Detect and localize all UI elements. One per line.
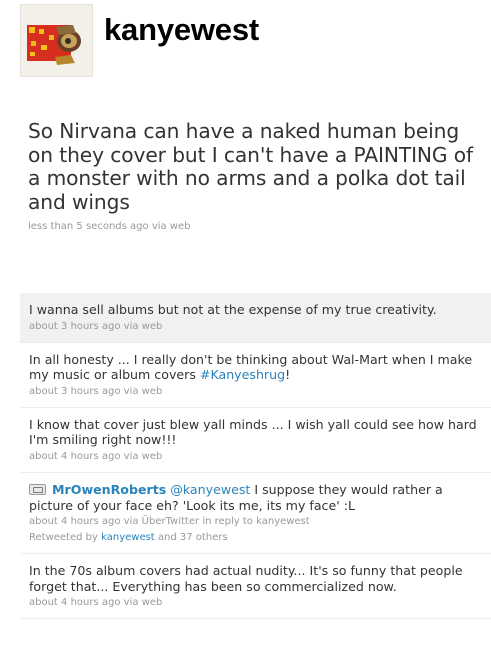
retweeted-by-label: Retweeted by: [29, 532, 98, 544]
tweet-item[interactable]: I wanna sell albums but not at the expen…: [20, 293, 491, 343]
tweet-text-part: !: [285, 367, 291, 383]
via-label: via: [123, 320, 139, 332]
source-link[interactable]: web: [142, 321, 163, 332]
tweet-item-retweet[interactable]: MrOwenRoberts @kanyewest I suppose they …: [20, 473, 491, 555]
tweet-meta: about 4 hours ago via web: [29, 596, 483, 610]
source-link[interactable]: ÜberTwitter: [142, 516, 199, 527]
tweet-timeline: I wanna sell albums but not at the expen…: [20, 293, 491, 620]
retweet-icon: [29, 483, 46, 495]
tweet-text: In all honesty ... I really don't be thi…: [29, 352, 483, 383]
tweet-meta: about 3 hours ago via web: [29, 385, 483, 399]
source-link[interactable]: web: [142, 451, 163, 462]
source-link[interactable]: web: [170, 221, 191, 232]
screen-name: kanyewest: [104, 12, 260, 47]
tweet-meta: about 4 hours ago via web: [29, 450, 483, 464]
via-label: via: [123, 597, 139, 609]
featured-tweet-text: So Nirvana can have a naked human being …: [28, 119, 474, 214]
timestamp-link[interactable]: about 4 hours ago: [29, 451, 120, 462]
timestamp-link[interactable]: about 3 hours ago: [29, 386, 120, 397]
tweet-item[interactable]: In all honesty ... I really don't be thi…: [20, 343, 491, 408]
tweet-text: MrOwenRoberts @kanyewest I suppose they …: [29, 482, 483, 513]
reply-to-link[interactable]: kanyewest: [256, 516, 310, 527]
source-link[interactable]: web: [142, 386, 163, 397]
tweet-meta: about 3 hours ago via web: [29, 320, 483, 334]
profile-header: kanyewest: [20, 4, 259, 78]
timestamp-link[interactable]: about 3 hours ago: [29, 321, 120, 332]
tweet-text: I wanna sell albums but not at the expen…: [29, 302, 437, 317]
tweet-text: In the 70s album covers had actual nudit…: [29, 563, 463, 594]
painting-avatar-icon[interactable]: [20, 4, 93, 77]
source-link[interactable]: web: [142, 597, 163, 608]
tweet-text: I know that cover just blew yall minds .…: [29, 416, 477, 448]
tweet-item[interactable]: In the 70s album covers had actual nudit…: [20, 554, 491, 620]
tweet-meta: about 4 hours ago via ÜberTwitter in rep…: [29, 515, 483, 529]
via-label: via: [151, 221, 167, 232]
timestamp-link[interactable]: about 4 hours ago: [29, 516, 120, 527]
featured-tweet: So Nirvana can have a naked human being …: [28, 119, 478, 234]
profile-page: kanyewest So Nirvana can have a naked hu…: [0, 0, 491, 663]
via-label: via: [123, 516, 139, 528]
timestamp-link[interactable]: less than 5 seconds ago: [28, 221, 149, 232]
avatar-painting: [21, 5, 92, 76]
retweeted-others[interactable]: and 37 others: [158, 532, 228, 543]
author-link[interactable]: MrOwenRoberts: [52, 482, 166, 497]
via-label: via: [123, 450, 139, 462]
reply-prefix: in reply to: [202, 516, 253, 528]
mention-link[interactable]: @kanyewest: [170, 482, 250, 497]
via-label: via: [123, 385, 139, 397]
tweet-item[interactable]: I know that cover just blew yall minds .…: [20, 408, 491, 473]
timestamp-link[interactable]: about 4 hours ago: [29, 597, 120, 608]
tweet-meta: less than 5 seconds ago via web: [28, 220, 478, 234]
hashtag-link[interactable]: #Kanyeshrug: [200, 367, 285, 382]
retweet-meta: Retweeted by kanyewest and 37 others: [29, 531, 483, 545]
retweeted-by-link[interactable]: kanyewest: [101, 532, 155, 543]
